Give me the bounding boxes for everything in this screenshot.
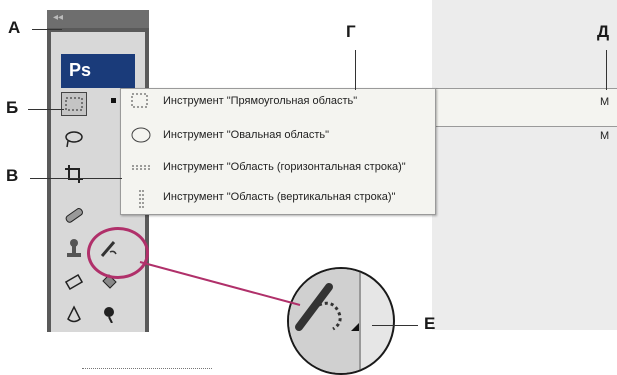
rect-marquee-icon bbox=[65, 97, 83, 111]
marquee-flyout-menu: Инструмент "Прямоугольная область" Инстр… bbox=[111, 88, 436, 215]
flyout-extension bbox=[432, 88, 617, 127]
lasso-icon bbox=[65, 131, 83, 148]
callout-line-v bbox=[30, 178, 122, 179]
bandage-icon bbox=[65, 208, 83, 223]
stamp-icon bbox=[67, 239, 81, 257]
blur-tool-button[interactable] bbox=[61, 302, 87, 326]
clone-stamp-tool-button[interactable] bbox=[61, 237, 87, 261]
flyout-item-label: Инструмент "Область (горизонтальная стро… bbox=[163, 161, 406, 173]
callout-label-e: Е bbox=[424, 314, 436, 333]
callout-line-d bbox=[606, 50, 607, 90]
dodge-tool-button[interactable] bbox=[96, 302, 122, 326]
selected-dot-icon bbox=[111, 98, 116, 103]
history-brush-icon bbox=[295, 283, 359, 331]
shortcut-key: M bbox=[600, 130, 610, 142]
flyout-item-single-row-marquee[interactable]: Инструмент "Область (горизонтальная стро… bbox=[121, 155, 435, 181]
callout-line-b bbox=[28, 109, 64, 110]
flyout-item-label: Инструмент "Прямоугольная область" bbox=[163, 95, 358, 107]
callout-line-e bbox=[372, 325, 418, 326]
single-row-marquee-icon bbox=[132, 165, 150, 170]
rect-marquee-icon bbox=[131, 93, 148, 108]
crop-tool-button[interactable] bbox=[61, 162, 87, 186]
canvas-area bbox=[432, 0, 617, 330]
healing-brush-tool-button[interactable] bbox=[61, 203, 87, 227]
crop-icon bbox=[65, 165, 83, 183]
callout-label-a: А bbox=[8, 18, 21, 37]
app-logo: Ps bbox=[61, 54, 135, 88]
rect-marquee-tool-button[interactable] bbox=[61, 92, 87, 116]
blur-drop-icon bbox=[67, 305, 81, 323]
callout-label-v: В bbox=[6, 166, 19, 185]
magnified-tool-view bbox=[287, 267, 395, 375]
single-column-marquee-icon bbox=[139, 190, 144, 208]
shortcut-key: M bbox=[600, 96, 610, 108]
flyout-item-single-column-marquee[interactable]: Инструмент "Область (вертикальная строка… bbox=[121, 185, 435, 211]
eraser-icon bbox=[64, 274, 84, 290]
highlighted-tool-ring bbox=[87, 227, 149, 279]
flyout-item-ellipse-marquee[interactable]: Инструмент "Овальная область" bbox=[121, 123, 435, 149]
lasso-tool-button[interactable] bbox=[61, 127, 87, 151]
eraser-tool-button[interactable] bbox=[61, 270, 87, 294]
collapse-arrows-icon[interactable]: ◂◂ bbox=[53, 12, 63, 23]
dotted-divider bbox=[82, 368, 212, 369]
flyout-item-label: Инструмент "Овальная область" bbox=[163, 129, 330, 141]
flyout-item-rect-marquee[interactable]: Инструмент "Прямоугольная область" bbox=[111, 89, 435, 115]
callout-label-b: Б bbox=[6, 98, 19, 117]
callout-label-d: Д bbox=[597, 22, 610, 41]
flyout-item-label: Инструмент "Область (вертикальная строка… bbox=[163, 191, 396, 203]
ellipse-marquee-icon bbox=[131, 127, 151, 143]
dodge-icon bbox=[104, 307, 114, 323]
callout-line-a bbox=[32, 29, 62, 30]
panel-collapse-bar[interactable]: ◂◂ bbox=[47, 10, 149, 28]
callout-line-g bbox=[355, 50, 356, 90]
callout-label-g: Г bbox=[346, 22, 356, 41]
